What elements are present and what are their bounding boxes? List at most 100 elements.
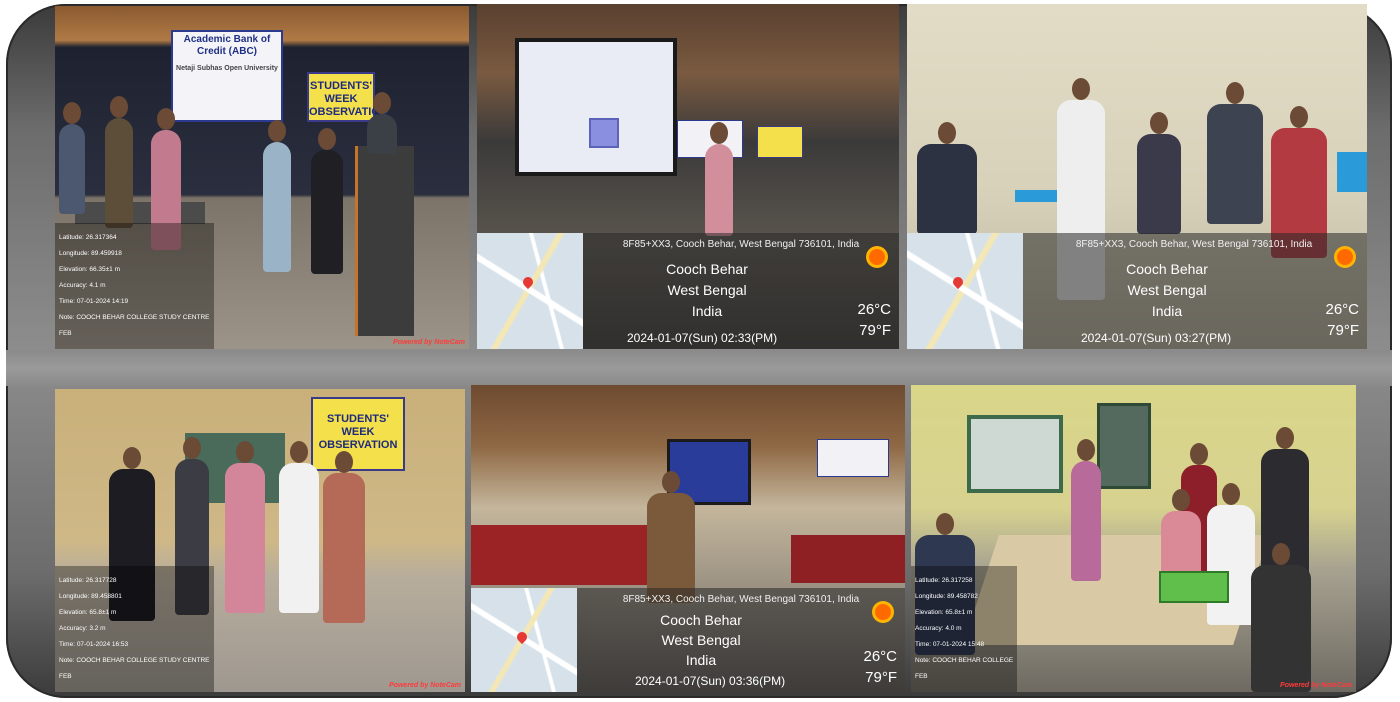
info-line: Elevation: 66.35±1 m [59,266,121,273]
student [917,122,977,234]
country: India [1151,303,1183,319]
info-line: FEB [59,673,72,680]
place: Cooch Behar West Bengal India [1077,259,1257,322]
photo-audience: 8F85+XX3, Cooch Behar, West Bengal 73610… [471,385,905,692]
sun-icon [1337,249,1353,265]
person [279,441,319,613]
students-week-sign: STUDENTS' WEEK OBSERVATION [307,72,388,122]
location-pin-icon [514,629,530,645]
info-line: Longitude: 89.459918 [59,250,122,257]
state: West Bengal [1127,282,1207,298]
divider-band [6,350,1392,386]
photo-students-group: 8F85+XX3, Cooch Behar, West Bengal 73610… [907,4,1367,349]
info-line: FEB [59,330,72,337]
info-line: Elevation: 65.8±1 m [59,609,117,616]
info-line: Accuracy: 4.0 m [915,625,962,632]
map-thumbnail [471,588,577,692]
window [1097,403,1151,489]
info-line: Time: 07-01-2024 14:19 [59,298,129,305]
state: West Bengal [667,282,747,298]
address: 8F85+XX3, Cooch Behar, West Bengal 73610… [622,239,860,250]
person [323,451,365,623]
projector-screen [515,38,677,176]
map-thumbnail [477,233,583,349]
powered-by-label: Powered by NoteCam [389,682,461,689]
info-line: Latitude: 26.317728 [59,577,117,584]
chairs-right [791,535,905,583]
person [225,441,265,613]
powered-by-label: Powered by NoteCam [393,339,465,346]
powered-by-label: Powered by NoteCam [1280,682,1352,689]
chairs-left [471,525,651,585]
city: Cooch Behar [666,261,748,277]
person [367,92,397,154]
students-week-sign: STUDENTS' WEEK OBSERVATION [311,397,405,471]
sun-icon [875,604,891,620]
sun-icon [869,249,885,265]
info-line: Accuracy: 4.1 m [59,282,106,289]
datetime: 2024-01-07(Sun) 03:36(PM) [635,674,786,688]
geo-overlay: 8F85+XX3, Cooch Behar, West Bengal 73610… [471,588,905,692]
geo-info: Latitude: 26.317364 Longitude: 89.459918… [55,223,214,349]
country: India [685,652,717,668]
photo-office: Latitude: 26.317258 Longitude: 89.458782… [911,385,1356,692]
temperature: 26°C 79°F [1325,299,1359,341]
photo-presentation: 8F85+XX3, Cooch Behar, West Bengal 73610… [477,4,899,349]
info-line: Time: 07-01-2024 15:48 [915,641,985,648]
speaker [705,122,733,236]
info-line: Longitude: 89.458801 [59,593,122,600]
datetime: 2024-01-07(Sun) 02:33(PM) [627,331,778,345]
map-thumbnail [907,233,1023,349]
city: Cooch Behar [1126,261,1208,277]
person [1207,483,1255,625]
speaker [647,471,695,603]
person [263,120,291,272]
country: India [691,303,723,319]
temperature: 26°C 79°F [863,646,897,688]
small-yellow-sign [757,126,803,158]
temp-c: 26°C [1325,301,1359,318]
student [1207,82,1263,224]
bench [1337,152,1367,192]
info-line: Longitude: 89.458782 [915,593,978,600]
student [1137,112,1181,234]
location-pin-icon [520,274,536,290]
geo-info: Latitude: 26.317728 Longitude: 89.458801… [55,566,214,692]
geo-overlay: 8F85+XX3, Cooch Behar, West Bengal 73610… [477,233,899,349]
person [1071,439,1101,581]
info-line: Time: 07-01-2024 16:53 [59,641,129,648]
info-line: Elevation: 65.8±1 m [915,609,973,616]
info-line: Latitude: 26.317364 [59,234,117,241]
table [75,202,205,224]
photo-outdoor-group: STUDENTS' WEEK OBSERVATION Latitude: 26.… [55,389,465,692]
info-line: Note: COOCH BEHAR COLLEGE STUDY CENTRE [59,657,210,664]
temperature: 26°C 79°F [857,299,891,341]
banner-line-2: Netaji Subhas Open University [176,65,278,72]
person [105,96,133,228]
address: 8F85+XX3, Cooch Behar, West Bengal 73610… [1075,239,1313,250]
geo-overlay: 8F85+XX3, Cooch Behar, West Bengal 73610… [907,233,1367,349]
banner-line-1: Academic Bank of Credit (ABC) [183,34,271,57]
book-icon [589,118,619,148]
city: Cooch Behar [660,612,742,628]
location-pin-icon [950,274,966,290]
small-banner [817,439,889,477]
person [59,102,85,214]
temp-c: 26°C [863,648,897,665]
info-line: Note: COOCH BEHAR COLLEGE STUDY CENTRE [59,314,210,321]
podium [355,146,414,336]
state: West Bengal [661,632,741,648]
temp-f: 79°F [859,322,891,339]
temp-f: 79°F [865,669,897,686]
person [311,128,343,274]
file-stack [1159,571,1229,603]
photo-stage-panel: Academic Bank of Credit (ABC) Netaji Sub… [55,6,469,349]
address: 8F85+XX3, Cooch Behar, West Bengal 73610… [622,594,860,605]
abc-banner: Academic Bank of Credit (ABC) Netaji Sub… [171,30,283,122]
info-line: FEB [915,673,928,680]
datetime: 2024-01-07(Sun) 03:27(PM) [1081,331,1232,345]
place: Cooch Behar West Bengal India [611,610,791,670]
info-line: Accuracy: 3.2 m [59,625,106,632]
temp-c: 26°C [857,301,891,318]
geo-info: Latitude: 26.317258 Longitude: 89.458782… [911,566,1018,692]
